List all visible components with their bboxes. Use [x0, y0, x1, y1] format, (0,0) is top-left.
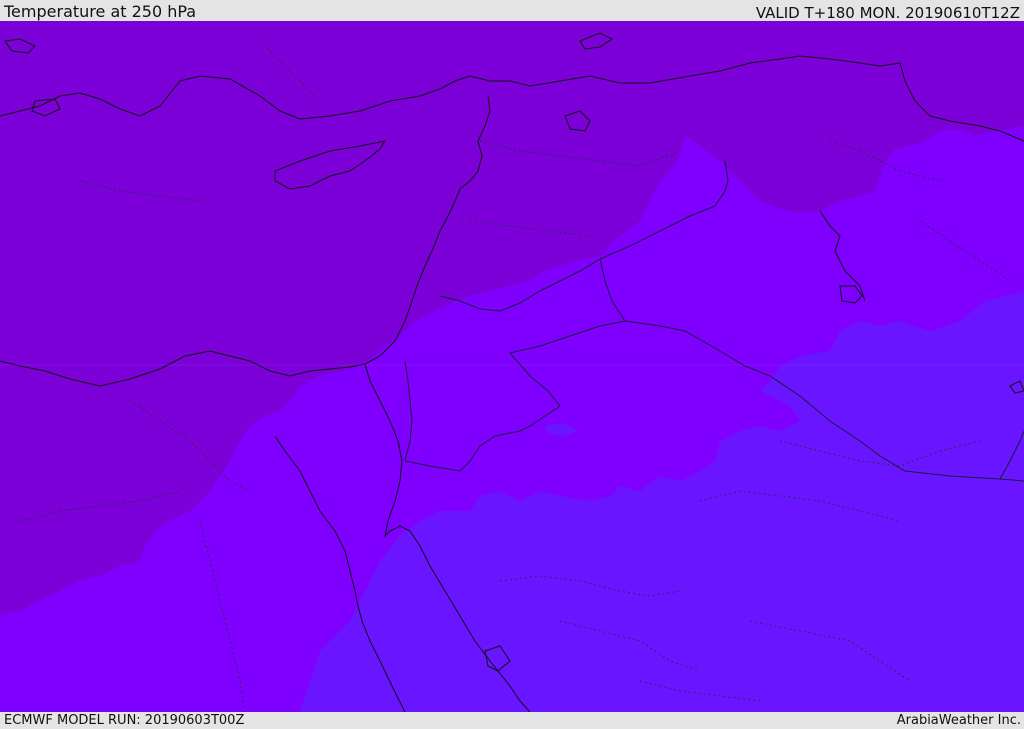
valid-time-label: VALID T+180 MON. 20190610T12Z [755, 4, 1020, 22]
map-title: Temperature at 250 hPa [4, 2, 197, 21]
header-bar: Temperature at 250 hPa VALID T+180 MON. … [0, 0, 1024, 22]
credit-label: ArabiaWeather Inc. [896, 713, 1021, 728]
map-frame: Temperature at 250 hPa VALID T+180 MON. … [0, 0, 1024, 729]
footer-bar: ECMWF MODEL RUN: 20190603T00Z ArabiaWeat… [0, 712, 1024, 729]
temperature-map-svg [0, 21, 1024, 712]
model-run-label: ECMWF MODEL RUN: 20190603T00Z [4, 713, 245, 728]
map-canvas [0, 21, 1024, 712]
